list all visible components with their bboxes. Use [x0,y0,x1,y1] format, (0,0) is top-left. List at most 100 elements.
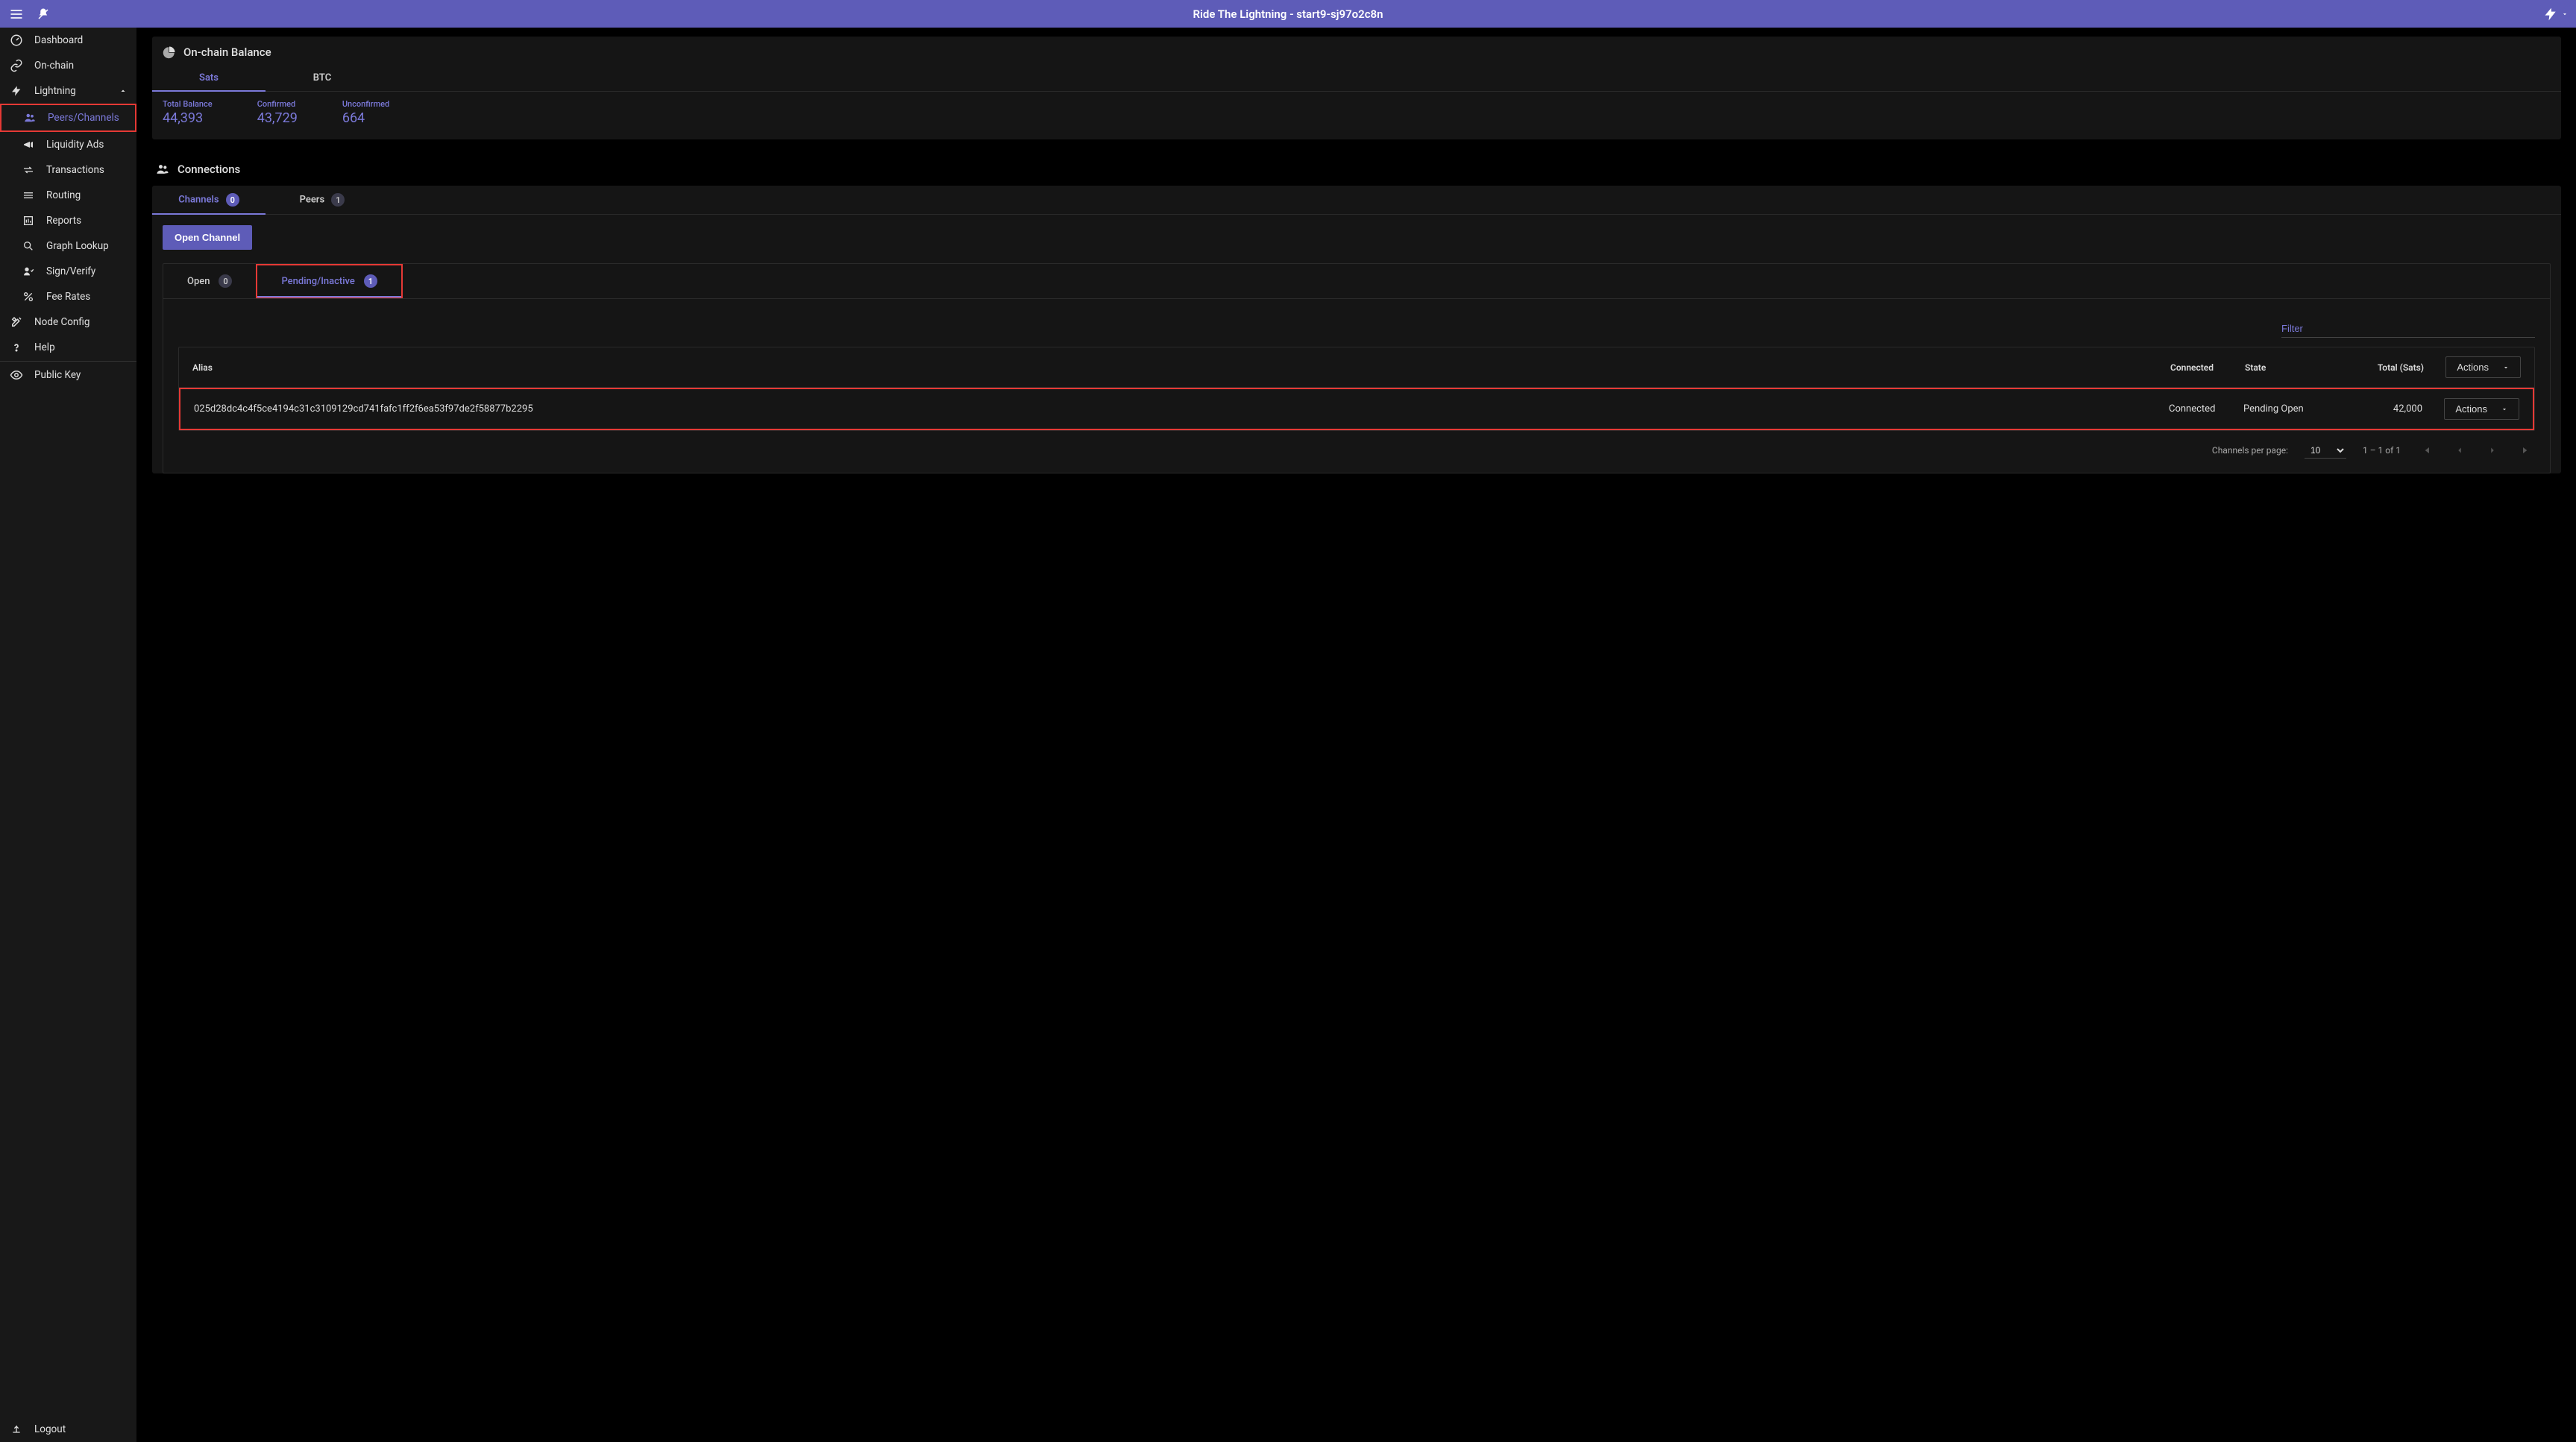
prev-page-icon[interactable] [2451,442,2468,459]
sidebar-item-label: Transactions [46,164,104,176]
sidebar-item-label: Graph Lookup [46,240,109,252]
menu-icon[interactable] [7,5,25,23]
table-header-row: Alias Connected State Total (Sats) Actio… [179,347,2534,388]
tab-label: Channels [178,195,219,206]
tab-label: BTC [313,72,331,84]
actions-label: Actions [2457,362,2489,373]
tab-label: Open [187,276,210,287]
col-header-state: State [2245,362,2357,373]
pie-chart-icon [163,45,176,59]
cell-actions: Actions [2422,398,2519,420]
help-icon [9,341,24,353]
balance-label: Unconfirmed [342,99,389,109]
sidebar-item-fee-rates[interactable]: Fee Rates [0,284,136,309]
sidebar-item-reports[interactable]: Reports [0,208,136,233]
first-page-icon[interactable] [2417,441,2435,459]
tab-label: Sats [199,72,219,84]
tab-peers[interactable]: Peers 1 [266,186,379,214]
channels-panel: Open 0 Pending/Inactive 1 Alias [163,263,2551,473]
main-content: On-chain Balance Sats BTC Total Balance … [137,28,2576,1442]
sidebar-item-public-key[interactable]: Public Key [0,362,136,388]
sidebar-item-onchain[interactable]: On-chain [0,53,136,78]
sidebar-item-label: Sign/Verify [46,265,95,277]
tab-badge: 0 [219,274,232,288]
chevron-down-icon [2502,364,2510,371]
sidebar-item-logout[interactable]: Logout [0,1417,136,1442]
paginator: Channels per page: 10 1 – 1 of 1 [163,431,2550,459]
bolt-icon [9,85,24,97]
balance-label: Total Balance [163,99,213,109]
divider [0,361,136,362]
col-header-total: Total (Sats) [2357,362,2424,373]
section-title: Connections [178,163,240,176]
inner-tab-pending[interactable]: Pending/Inactive 1 [256,264,402,298]
next-page-icon[interactable] [2484,442,2501,459]
tab-label: Peers [300,195,325,206]
filter-input[interactable] [2281,320,2535,338]
sidebar-item-help[interactable]: Help [0,335,136,360]
cell-connected: Connected [2169,403,2243,415]
sign-icon [21,265,36,277]
tab-sats[interactable]: Sats [152,65,266,91]
tab-channels[interactable]: Channels 0 [152,186,266,214]
megaphone-icon [21,139,36,151]
eye-icon [9,368,24,382]
col-header-connected: Connected [2170,362,2245,373]
sidebar-item-label: Dashboard [34,34,83,46]
table-row[interactable]: 025d28dc4c4f5ce4194c31c3109129cd741fafc1… [179,388,2534,430]
route-icon [21,189,36,201]
notifications-off-icon[interactable] [34,5,52,23]
connections-header: Connections [152,156,2561,183]
sidebar-item-routing[interactable]: Routing [0,183,136,208]
sidebar-item-node-config[interactable]: Node Config [0,309,136,335]
node-menu-button[interactable] [2543,7,2569,22]
sidebar-item-label: Node Config [34,316,89,328]
sidebar-item-sign-verify[interactable]: Sign/Verify [0,259,136,284]
chevron-up-icon [119,86,128,95]
per-page-select[interactable]: 10 [2305,443,2346,459]
col-header-alias: Alias [192,362,2170,373]
connections-card: Channels 0 Peers 1 Open Channel Open 0 [152,186,2561,473]
tab-label: Pending/Inactive [281,276,354,287]
sidebar-item-label: Lightning [34,85,76,97]
balance-total: Total Balance 44,393 [163,99,213,126]
actions-row-button[interactable]: Actions [2444,398,2519,420]
sidebar-item-label: Logout [34,1423,66,1435]
sidebar-item-label: Help [34,341,55,353]
sidebar-item-label: On-chain [34,60,74,72]
balance-value: 44,393 [163,110,213,126]
per-page-label: Channels per page: [2212,445,2288,456]
swap-icon [21,164,36,176]
app-header: Ride The Lightning - start9-sj97o2c8n [0,0,2576,28]
sidebar-item-peers-channels[interactable]: Peers/Channels [0,104,136,132]
reports-icon [21,215,36,227]
cell-alias: 025d28dc4c4f5ce4194c31c3109129cd741fafc1… [194,403,2169,415]
logout-icon [9,1423,24,1435]
sidebar-item-label: Reports [46,215,81,227]
people-icon [155,162,170,177]
dashboard-icon [9,34,24,47]
col-header-actions: Actions [2424,356,2521,378]
sidebar-item-label: Liquidity Ads [46,139,104,151]
actions-header-button[interactable]: Actions [2445,356,2521,378]
open-channel-button[interactable]: Open Channel [163,225,252,250]
sidebar-item-transactions[interactable]: Transactions [0,157,136,183]
cell-total: 42,000 [2355,403,2422,415]
sidebar-item-dashboard[interactable]: Dashboard [0,28,136,53]
tab-btc[interactable]: BTC [266,65,379,91]
tab-badge: 1 [331,193,345,207]
chevron-down-icon [2501,406,2508,413]
balance-confirmed: Confirmed 43,729 [257,99,298,126]
sidebar-item-label: Peers/Channels [48,112,119,124]
sidebar-item-graph-lookup[interactable]: Graph Lookup [0,233,136,259]
sidebar-item-lightning[interactable]: Lightning [0,78,136,104]
balance-unconfirmed: Unconfirmed 664 [342,99,389,126]
link-icon [9,59,24,72]
inner-tab-open[interactable]: Open 0 [163,264,256,298]
sidebar: Dashboard On-chain Lightning Peers/Chann… [0,28,137,1442]
tab-badge: 1 [364,274,377,288]
sidebar-item-label: Routing [46,189,81,201]
last-page-icon[interactable] [2517,441,2535,459]
sidebar-item-liquidity-ads[interactable]: Liquidity Ads [0,132,136,157]
onchain-balance-card: On-chain Balance Sats BTC Total Balance … [152,37,2561,139]
